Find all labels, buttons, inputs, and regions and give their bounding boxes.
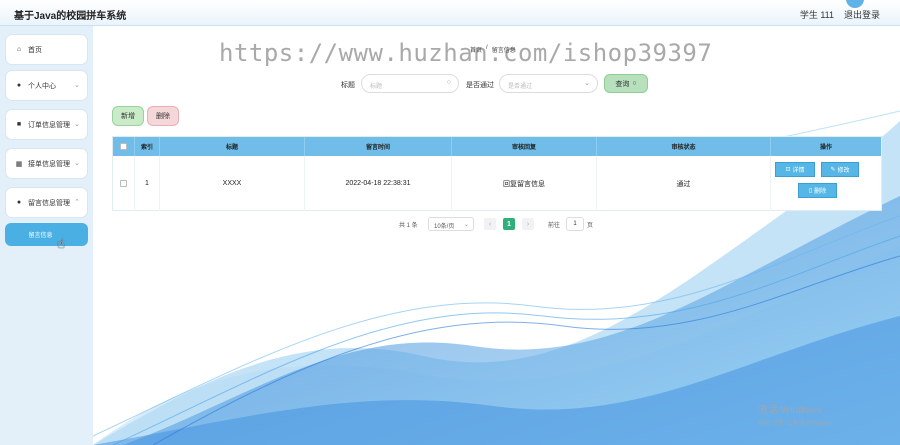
goto-label: 前往: [548, 223, 561, 229]
cell-index: 1: [135, 156, 160, 211]
trash-icon: ▯: [808, 188, 813, 194]
page-unit-label: 页: [587, 223, 594, 229]
sidebar-item-messages[interactable]: ● 留言信息管理 ⌃: [5, 187, 88, 218]
page-size-select[interactable]: 10条/页 ⌄: [428, 217, 474, 231]
grid-icon: ▦: [15, 160, 23, 168]
messages-table: 索引 标题 留言时间 审核回复 审核状态 操作 1 XXXX 2022-04-1…: [112, 136, 882, 211]
sidebar-item-personal-center[interactable]: ● 个人中心 ⌄: [5, 70, 88, 101]
column-header: 审核状态: [597, 137, 771, 156]
title-search-input[interactable]: 标题 ○: [361, 74, 459, 93]
column-header: 审核回复: [452, 137, 597, 156]
search-icon: ○: [632, 80, 637, 87]
pagination: 共 1 条 10条/页 ⌄ ‹ 1 › 前往 1 页: [93, 217, 900, 231]
row-checkbox[interactable]: [120, 180, 127, 187]
sidebar-item-orders[interactable]: ■ 订单信息管理 ⌄: [5, 109, 88, 140]
column-header: 操作: [819, 145, 832, 151]
detail-icon: ⊡: [785, 167, 791, 173]
main-content: https://www.huzhan.com/ishop39397 首页 / 留…: [93, 26, 900, 445]
logout-link[interactable]: 退出登录: [844, 8, 880, 21]
chevron-down-icon: ⌄: [74, 160, 80, 167]
cell-status: 通过: [597, 156, 771, 211]
total-count: 共 1 条: [399, 223, 418, 229]
sidebar-item-accepted-orders[interactable]: ▦ 接单信息管理 ⌄: [5, 148, 88, 179]
edit-icon: ✎: [830, 167, 836, 173]
title-filter-label: 标题: [341, 82, 355, 89]
detail-button[interactable]: ⊡ 详情: [775, 162, 815, 177]
sidebar-item-label: 首页: [28, 46, 42, 54]
breadcrumb: 首页 / 留言信息: [470, 45, 516, 54]
chevron-down-icon: ⌄: [74, 82, 80, 89]
windows-activation-notice: 激活 Windows 转到"设置"以激活 Windows。: [758, 405, 837, 427]
select-all-checkbox[interactable]: [120, 143, 127, 150]
review-filter-label: 是否通过: [466, 82, 494, 89]
query-button[interactable]: 查询 ○: [604, 74, 648, 93]
app-title: 基于Java的校园拼车系统: [14, 11, 127, 22]
breadcrumb-current: 留言信息: [491, 48, 516, 54]
prev-page-button[interactable]: ‹: [484, 218, 496, 230]
select-all-cell: [113, 137, 135, 156]
sidebar-item-label: 个人中心: [28, 82, 56, 90]
chevron-down-icon: ⌄: [463, 222, 469, 228]
watermark-url: https://www.huzhan.com/ishop39397: [219, 39, 713, 67]
cell-time: 2022-04-18 22:38:31: [305, 156, 452, 211]
chevron-up-icon: ⌃: [74, 199, 80, 206]
sidebar-item-label: 留言信息管理: [28, 199, 70, 207]
goto-page-input[interactable]: 1: [566, 217, 584, 231]
table-header: 索引 标题 留言时间 审核回复 审核状态 操作: [113, 137, 881, 156]
add-button[interactable]: 新增: [112, 106, 144, 126]
column-header: 标题: [160, 137, 305, 156]
batch-delete-button[interactable]: 删除: [147, 106, 179, 126]
sidebar: ⌂ 首页 ● 个人中心 ⌄ ■ 订单信息管理 ⌄ ▦ 接单信息管理 ⌄ ● 留言…: [0, 26, 96, 445]
search-form: 标题 标题 ○ 是否通过 是否通过 ⌄ 查询 ○: [93, 74, 900, 94]
page-number-current[interactable]: 1: [503, 218, 515, 230]
search-icon: ○: [446, 79, 451, 86]
top-header: 基于Java的校园拼车系统 学生 111 退出登录: [0, 0, 900, 26]
sidebar-subitem-messages[interactable]: 留言信息: [5, 223, 88, 246]
chevron-down-icon: ⌄: [74, 121, 80, 128]
pin-icon: ●: [16, 199, 22, 206]
edit-button[interactable]: ✎ 修改: [821, 162, 859, 177]
breadcrumb-home[interactable]: 首页: [470, 45, 482, 54]
cell-reply: 回复留言信息: [452, 156, 597, 211]
order-icon: ■: [16, 121, 22, 128]
breadcrumb-separator: /: [486, 45, 488, 51]
cell-title: XXXX: [160, 156, 305, 211]
hand-cursor-icon: ☝: [57, 236, 65, 251]
column-header: 留言时间: [305, 137, 452, 156]
chevron-down-icon: ⌄: [584, 80, 590, 87]
cell-actions: ⊡ 详情 ✎ 修改 ▯ 删除: [771, 156, 881, 211]
sidebar-item-home[interactable]: ⌂ 首页: [5, 34, 88, 65]
sidebar-item-label: 接单信息管理: [28, 160, 70, 168]
current-user: 学生 111: [799, 10, 834, 20]
row-delete-button[interactable]: ▯ 删除: [798, 183, 837, 198]
next-page-button[interactable]: ›: [522, 218, 534, 230]
home-icon: ⌂: [16, 46, 22, 53]
row-select-cell: [113, 156, 135, 211]
column-header: 索引: [135, 137, 160, 156]
review-status-select[interactable]: 是否通过 ⌄: [499, 74, 598, 93]
user-icon: ●: [16, 82, 22, 89]
sidebar-item-label: 订单信息管理: [28, 121, 70, 129]
